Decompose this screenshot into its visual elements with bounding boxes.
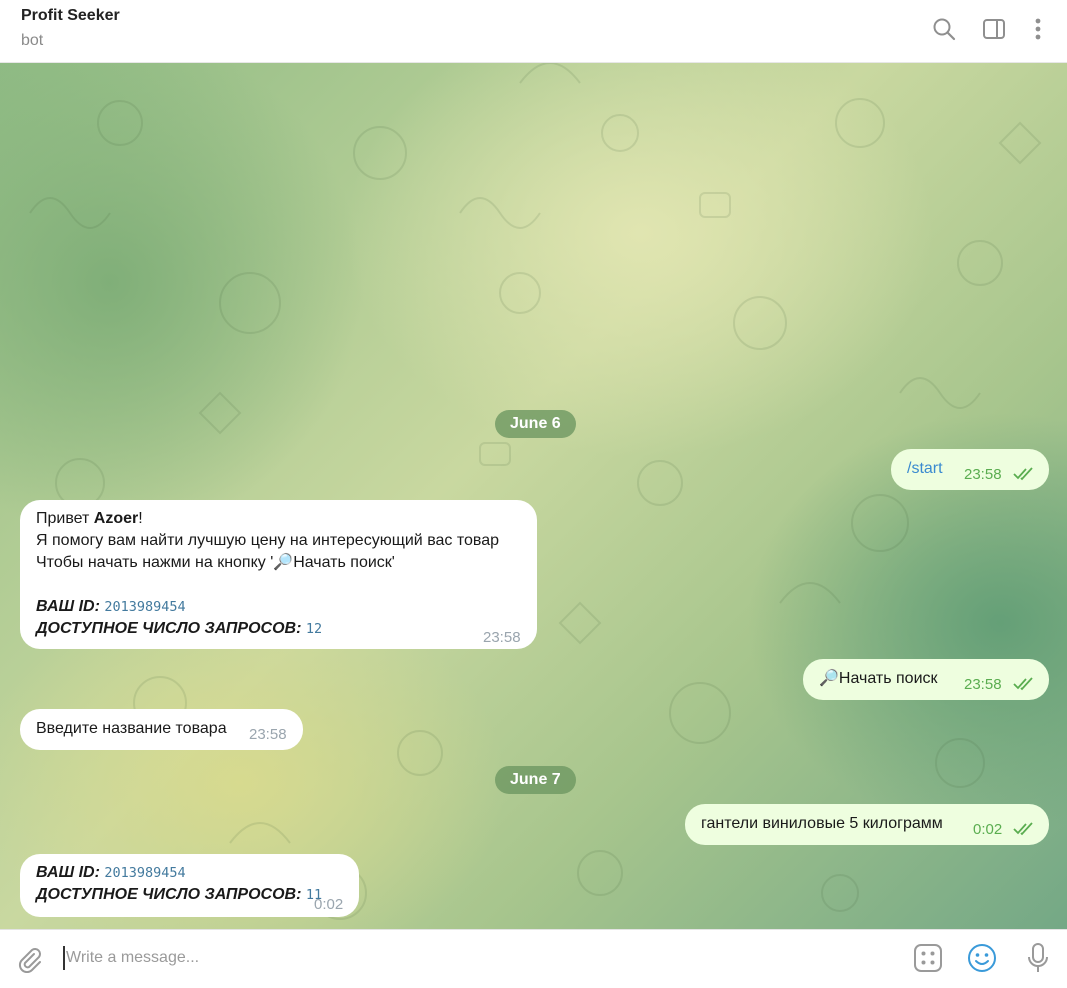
chat-area[interactable]: June 6 /start 23:58 Привет Azoer! Я помо… — [0, 63, 1067, 929]
outgoing-message[interactable]: 🔎Начать поиск 23:58 — [803, 659, 1049, 700]
double-check-icon — [1013, 822, 1033, 836]
double-check-icon — [1013, 677, 1033, 691]
message-time: 23:58 — [964, 676, 1002, 693]
chat-header: Profit Seeker bot — [0, 0, 1067, 63]
background-pattern — [29, 63, 1042, 920]
message-text: гантели виниловые 5 килограмм — [701, 815, 943, 832]
requests-value[interactable]: 12 — [306, 621, 322, 637]
user-name: Azoer — [93, 510, 139, 527]
more-vertical-icon[interactable] — [1025, 16, 1051, 42]
chat-subtitle: bot — [21, 32, 44, 49]
chat-title[interactable]: Profit Seeker — [21, 7, 120, 25]
requests-label: ДОСТУПНОЕ ЧИСЛО ЗАПРОСОВ: — [36, 886, 302, 903]
message-text: ВАШ ID: 2013989454 ДОСТУПНОЕ ЧИСЛО ЗАПРО… — [36, 862, 322, 906]
attach-icon[interactable] — [15, 945, 43, 978]
greeting-excl: ! — [138, 510, 143, 527]
message-line: Я помогу вам найти лучшую цену на интере… — [36, 532, 500, 549]
outgoing-message[interactable]: /start 23:58 — [891, 449, 1049, 490]
message-text: Привет Azoer! Я помогу вам найти лучшую … — [36, 508, 499, 640]
message-time: 23:58 — [249, 726, 287, 743]
outgoing-message[interactable]: гантели виниловые 5 килограмм 0:02 — [685, 804, 1049, 845]
message-time: 23:58 — [964, 466, 1002, 483]
requests-label: ДОСТУПНОЕ ЧИСЛО ЗАПРОСОВ: — [36, 620, 302, 637]
incoming-message[interactable]: Привет Azoer! Я помогу вам найти лучшую … — [20, 500, 537, 649]
microphone-icon[interactable] — [1025, 942, 1051, 979]
date-separator: June 7 — [495, 766, 576, 794]
message-time: 0:02 — [314, 896, 344, 913]
id-label: ВАШ ID: — [36, 598, 100, 615]
message-line: Чтобы начать нажми на кнопку '🔎Начать по… — [36, 554, 395, 571]
message-time: 23:58 — [483, 629, 521, 646]
search-icon[interactable] — [931, 16, 957, 42]
message-text: Введите название товара — [36, 720, 227, 737]
date-separator: June 6 — [495, 410, 576, 438]
double-check-icon — [1013, 467, 1033, 481]
incoming-message[interactable]: ВАШ ID: 2013989454 ДОСТУПНОЕ ЧИСЛО ЗАПРО… — [20, 854, 359, 917]
id-value[interactable]: 2013989454 — [104, 865, 185, 881]
greeting-text: Привет — [36, 510, 94, 527]
message-text: 🔎Начать поиск — [819, 670, 938, 687]
bot-command-link[interactable]: /start — [907, 458, 943, 480]
id-value[interactable]: 2013989454 — [104, 599, 185, 615]
message-input[interactable] — [62, 943, 896, 973]
message-composer — [0, 929, 1067, 988]
id-label: ВАШ ID: — [36, 864, 100, 881]
message-time: 0:02 — [973, 821, 1003, 838]
bot-commands-icon[interactable] — [913, 943, 943, 978]
incoming-message[interactable]: Введите название товара 23:58 — [20, 709, 303, 750]
text-caret — [63, 946, 65, 970]
sidebar-toggle-icon[interactable] — [981, 16, 1007, 42]
emoji-icon[interactable] — [967, 943, 997, 978]
